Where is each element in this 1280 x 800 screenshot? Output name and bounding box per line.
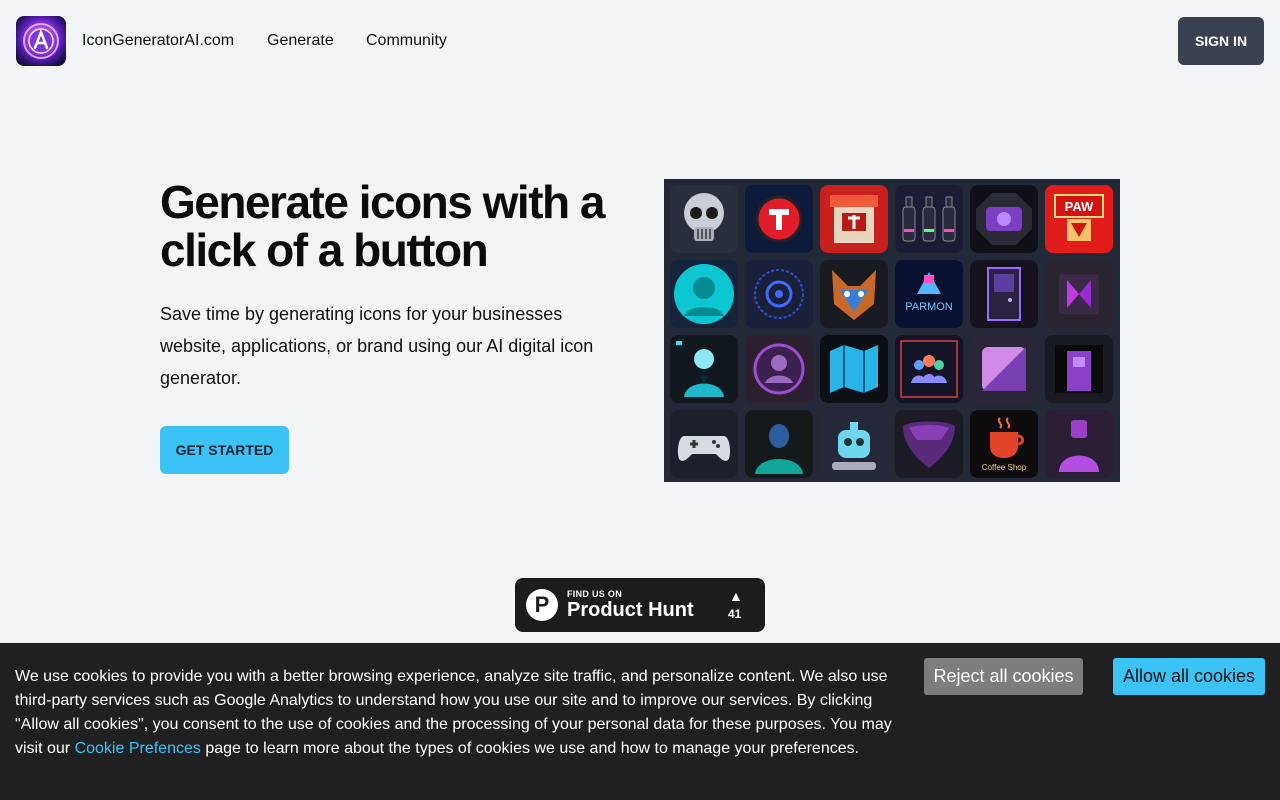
product-hunt-label: Product Hunt — [567, 599, 694, 621]
purple-square-icon — [970, 335, 1038, 403]
parmon-logo-icon: PARMON — [895, 260, 963, 328]
skull-icon — [670, 185, 738, 253]
product-hunt-badge[interactable]: P FIND US ON Product Hunt ▲ 41 — [515, 578, 765, 632]
nav-generate[interactable]: Generate — [267, 31, 334, 51]
upvote-count: 41 — [728, 607, 742, 621]
coffee-shop-icon: Coffee Shop — [970, 410, 1038, 478]
brand-link[interactable]: IconGeneratorAI.com — [82, 31, 234, 51]
purple-shield-icon — [895, 410, 963, 478]
coffee-shop-text: Coffee Shop — [982, 463, 1027, 472]
purple-portrait-icon — [745, 335, 813, 403]
gear-circle-icon — [745, 260, 813, 328]
door-icon — [970, 260, 1038, 328]
cookie-text-after: page to learn more about the types of co… — [200, 740, 860, 757]
upvote-arrow-icon: ▲ — [729, 588, 743, 604]
fox-icon — [820, 260, 888, 328]
people-group-icon — [895, 335, 963, 403]
gamepad-icon — [670, 410, 738, 478]
sign-in-button[interactable]: SIGN IN — [1178, 17, 1264, 65]
purple-diamond-icon — [1045, 260, 1113, 328]
teal-person-icon — [745, 410, 813, 478]
site-header: IconGeneratorAI.com Generate Community S… — [0, 0, 1280, 82]
product-hunt-small-label: FIND US ON — [567, 589, 623, 599]
icon-showcase-grid: PAW PARMON Coffee Shop — [664, 179, 1120, 482]
get-started-button[interactable]: GET STARTED — [160, 426, 289, 474]
t-logo-icon — [745, 185, 813, 253]
allow-cookies-button[interactable]: Allow all cookies — [1113, 658, 1265, 695]
robot-icon — [820, 410, 888, 478]
cyan-man-icon — [670, 335, 738, 403]
reject-cookies-button[interactable]: Reject all cookies — [924, 658, 1083, 695]
parmon-text: PARMON — [905, 301, 953, 313]
cookie-banner-text: We use cookies to provide you with a bet… — [15, 665, 895, 761]
paw-sign-text: PAW — [1065, 199, 1094, 214]
purple-gem-icon — [970, 185, 1038, 253]
map-icon — [820, 335, 888, 403]
nav-community[interactable]: Community — [366, 31, 447, 51]
cyan-avatar-icon — [670, 260, 738, 328]
bottles-icon — [895, 185, 963, 253]
hero-title: Generate icons with a click of a button — [160, 176, 605, 276]
red-booth-icon — [820, 185, 888, 253]
cookie-preferences-link[interactable]: Cookie Prefences — [75, 740, 201, 757]
building-icon — [1045, 335, 1113, 403]
logo-icon[interactable] — [16, 16, 66, 66]
hero-subtitle: Save time by generating icons for your b… — [160, 304, 594, 388]
product-hunt-logo-icon: P — [526, 589, 558, 621]
paw-sign-icon: PAW — [1045, 185, 1113, 253]
purple-bust-icon — [1045, 410, 1113, 478]
